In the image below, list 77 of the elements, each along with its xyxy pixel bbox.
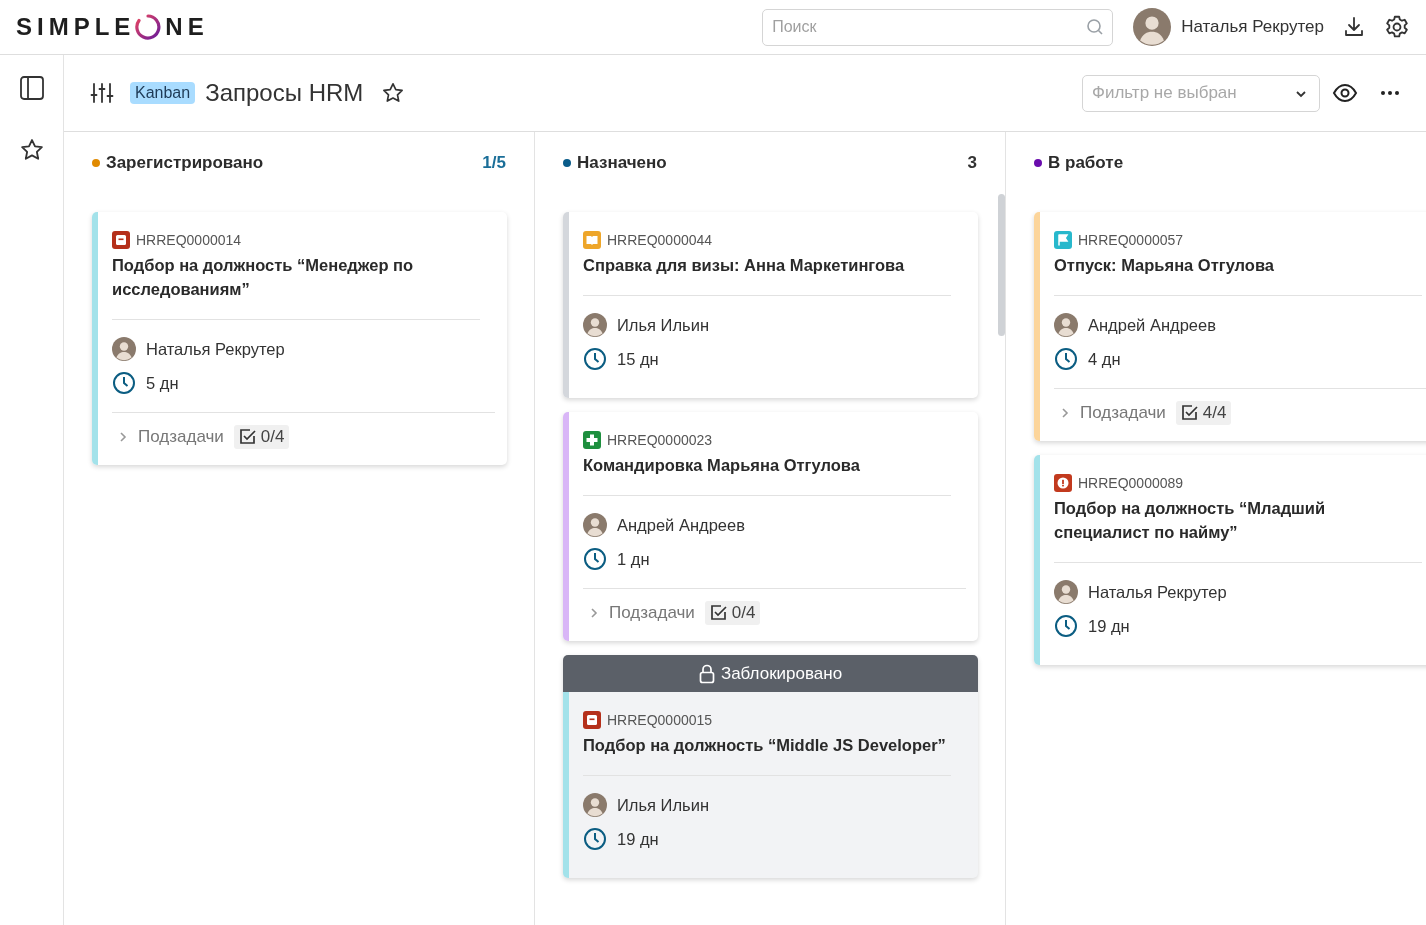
subtasks-count: 0/4: [233, 425, 290, 449]
lock-icon: [698, 663, 715, 684]
column-title: Назначено: [577, 153, 668, 173]
avatar-icon: [583, 513, 607, 537]
subtasks-label[interactable]: Подзадачи: [138, 427, 224, 447]
subtasks-count: 4/4: [1175, 401, 1232, 425]
book-icon: [583, 231, 601, 249]
logo-text: NE: [165, 13, 209, 41]
plus-icon: [583, 431, 601, 449]
duration-text: 5 дн: [146, 373, 179, 393]
duration-text: 19 дн: [617, 829, 659, 849]
page-title: Запросы HRM: [205, 79, 364, 107]
more-icon[interactable]: [1380, 90, 1400, 96]
card-id[interactable]: HRREQ0000057: [1078, 232, 1184, 248]
checkbox-icon: [1180, 404, 1199, 422]
card-title: Командировка Марьяна Отгулова: [583, 453, 951, 496]
alert-icon: [1054, 474, 1072, 492]
filter-select[interactable]: Фильтр не выбран: [1082, 74, 1320, 112]
card-id[interactable]: HRREQ0000023: [607, 432, 713, 448]
avatar-icon: [1054, 580, 1078, 604]
clock-icon: [1054, 614, 1078, 638]
assignee-name: Илья Ильин: [617, 795, 709, 815]
clock-icon: [583, 827, 607, 851]
duration-text: 4 дн: [1088, 349, 1121, 369]
column-count: 1/5: [482, 153, 506, 173]
avatar-icon: [1133, 8, 1172, 46]
card-title: Отпуск: Марьяна Отгулова: [1054, 253, 1422, 296]
avatar-icon: [112, 337, 136, 361]
flag-icon: [1054, 231, 1072, 249]
assignee-name: Наталья Рекрутер: [146, 339, 285, 359]
column-count: 3: [967, 153, 977, 173]
clock-icon: [583, 547, 607, 571]
avatar-icon: [583, 793, 607, 817]
checkbox-icon: [238, 428, 257, 446]
assignee-name: Андрей Андреев: [1088, 315, 1216, 335]
duration-text: 19 дн: [1088, 616, 1130, 636]
logo-text: SIMPLE: [16, 13, 136, 41]
clock-icon: [583, 347, 607, 371]
subtasks-label[interactable]: Подзадачи: [609, 603, 695, 623]
logo-ring-icon: [135, 13, 162, 41]
card-id[interactable]: HRREQ0000015: [607, 712, 713, 728]
settings-icon[interactable]: [1384, 14, 1410, 40]
clock-icon: [1054, 347, 1078, 371]
card-id[interactable]: HRREQ0000014: [136, 232, 242, 248]
sidebar-toggle-icon[interactable]: [18, 75, 45, 101]
chevron-right-icon[interactable]: [1060, 406, 1070, 420]
card-title: Справка для визы: Анна Маркетингова: [583, 253, 951, 296]
blocked-label: Заблокировано: [720, 663, 843, 684]
column-title: В работе: [1048, 153, 1125, 173]
card-title: Подбор на должность “Младший специалист по найму”: [1054, 496, 1422, 563]
avatar-icon: [583, 313, 607, 337]
card-title: Подбор на должность “Менеджер по исследованиям”: [112, 253, 480, 320]
column-title: Зарегистрировано: [106, 153, 265, 173]
duration-text: 1 дн: [617, 549, 650, 569]
clock-icon: [112, 371, 136, 395]
assignee-name: Андрей Андреев: [617, 515, 745, 535]
avatar-icon: [1054, 313, 1078, 337]
search-icon: [1086, 17, 1105, 36]
assignee-name: Илья Ильин: [617, 315, 709, 335]
settings-sliders-icon[interactable]: [90, 81, 114, 105]
card-id[interactable]: HRREQ0000044: [607, 232, 713, 248]
search-field[interactable]: Поиск: [762, 8, 1114, 46]
card-title: Подбор на должность “Middle JS Developer”: [583, 733, 951, 776]
chevron-right-icon[interactable]: [118, 430, 128, 444]
checkbox-icon: [709, 604, 728, 622]
scrollbar[interactable]: [998, 194, 1005, 336]
assignee-name: Наталья Рекрутер: [1088, 582, 1227, 602]
subtasks-label[interactable]: Подзадачи: [1080, 403, 1166, 423]
subtasks-count: 0/4: [704, 601, 761, 625]
star-icon[interactable]: [18, 137, 45, 163]
duration-text: 15 дн: [617, 349, 659, 369]
chevron-right-icon[interactable]: [589, 606, 599, 620]
download-icon[interactable]: [1342, 15, 1366, 39]
user-name[interactable]: Наталья Рекрутер: [1181, 17, 1324, 37]
star-icon[interactable]: [381, 81, 406, 105]
view-badge: Kanban: [130, 82, 196, 104]
card-id[interactable]: HRREQ0000089: [1078, 475, 1184, 491]
